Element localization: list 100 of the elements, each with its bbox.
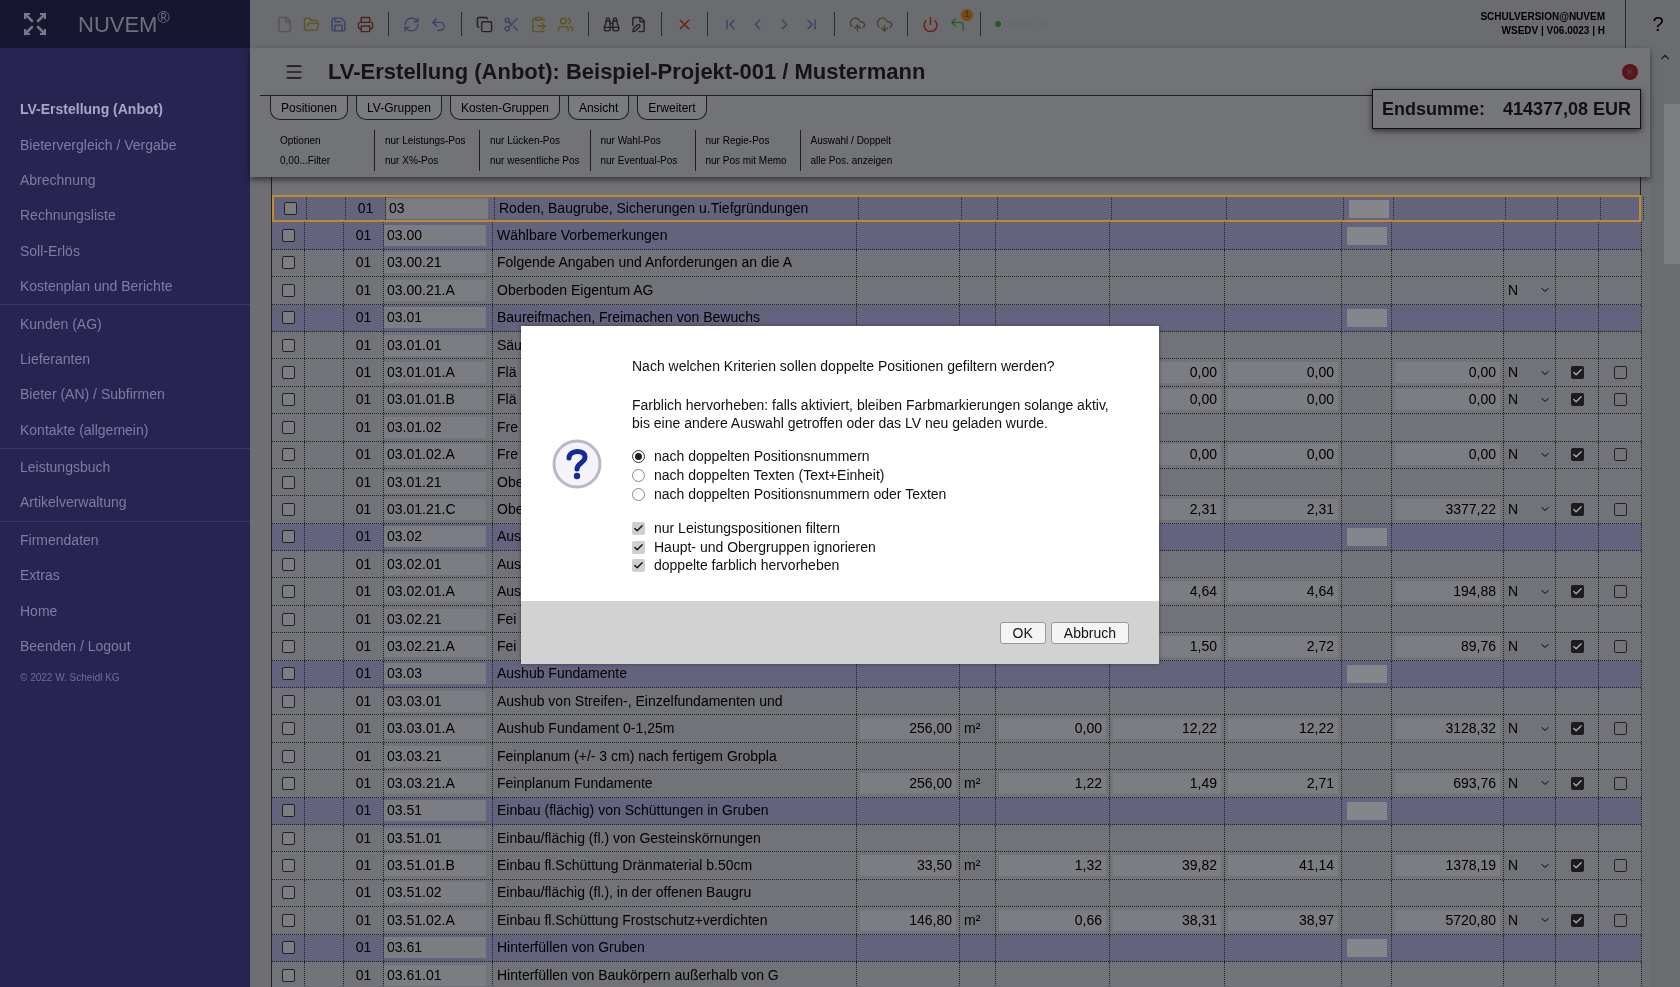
lv-cell-text: 01 (355, 226, 372, 246)
total-cell: 0,00 (1395, 444, 1500, 466)
description-cell-text: Säu (497, 335, 522, 355)
total-cell: 0,00 (1395, 389, 1500, 411)
lv-cell-text: 01 (355, 719, 372, 739)
description-cell-text: Einbau/flächig (fl.), in der offenen Baugru (497, 883, 752, 903)
lv-cell-text: 01 (355, 417, 372, 437)
lv-cell-text: 01 (355, 664, 372, 684)
description-cell-text: Aus (497, 582, 522, 602)
lv-cell-text: 01 (355, 527, 372, 547)
price-cell: 0,00 (1228, 362, 1338, 384)
total-cell: 3128,32 (1395, 718, 1500, 740)
lv-cell-text: 01 (355, 609, 372, 629)
description-cell-text: Einbau (flächig) von Schüttungen in Gruben (497, 801, 769, 821)
brand-name: NUVEM$^{®}$ (78, 7, 170, 39)
quantity-cell: 256,00 (860, 772, 956, 794)
page-title: LV-Erstellung (Anbot): Beispiel-Projekt-001 / Mustermann (328, 58, 926, 86)
price-cell: 2,71 (1228, 772, 1338, 794)
lv-cell-text: 01 (355, 856, 372, 876)
checkbox-label: doppelte farblich hervorheben (654, 556, 840, 576)
lv-cell-text: 01 (355, 363, 372, 383)
price-cell: 38,31 (1113, 909, 1221, 931)
quantity-cell: 146,80 (860, 909, 956, 931)
description-cell-text: Fre (497, 445, 518, 465)
total-cell: 0,00 (1395, 362, 1500, 384)
checkbox-label: Haupt- und Obergruppen ignorieren (654, 537, 876, 557)
description-cell-text: Aushub Fundamente (497, 664, 627, 684)
lv-cell-text: 01 (355, 883, 372, 903)
description-cell-text: Aus (497, 527, 522, 547)
price-cell: 1,32 (999, 855, 1106, 877)
description-cell-text: Aushub von Streifen-, Einzelfundamenten und (497, 691, 783, 711)
price-cell: 0,00 (999, 718, 1106, 740)
price-cell: 12,22 (1113, 718, 1221, 740)
lv-cell-text: 01 (355, 335, 372, 355)
description-cell-text: Fre (497, 417, 518, 437)
lv-cell-text: 01 (355, 308, 372, 328)
description-cell-text: Oberboden Eigentum AG (497, 280, 654, 300)
description-cell-text: Einbau fl.Schüttung Dränmaterial b.50cm (497, 856, 753, 876)
version-text: WSEDV | V06.0023 | H (1501, 24, 1605, 38)
lv-cell-text: 01 (355, 938, 372, 958)
description-cell-text: Fei (497, 636, 517, 656)
total-cell: 89,76 (1395, 635, 1500, 657)
unit-cell-text: m² (964, 773, 981, 793)
dialog-question: Nach welchen Kriterien sollen doppelte Positionen gefiltern werden? (632, 357, 1056, 376)
total-cell: 3377,22 (1395, 499, 1500, 520)
description-cell-text: Einbau/flächig (fl.) von Gesteinskörnungen (497, 828, 761, 848)
total-label: Endsumme: (1382, 97, 1486, 121)
total-cell: 1378,19 (1395, 855, 1500, 877)
description-cell-text: Wählbare Vorbemerkungen (497, 226, 668, 246)
lv-cell-text: 01 (355, 746, 372, 766)
quantity-cell: 256,00 (860, 718, 956, 740)
lv-cell-text: 01 (355, 280, 372, 300)
price-cell: 41,14 (1228, 855, 1338, 877)
price-cell: 1,22 (999, 772, 1106, 794)
radio-label: nach doppelten Positionsnummern (654, 447, 870, 466)
radio-label: nach doppelten Texten (Text+Einheit) (654, 466, 885, 485)
total-cell: 194,88 (1395, 581, 1500, 603)
lv-cell-text: 01 (355, 828, 372, 848)
unit-cell-text: m² (964, 856, 981, 876)
lv-cell-text: 01 (355, 253, 372, 273)
lv-cell-text: 01 (355, 445, 372, 465)
price-cell: 38,97 (1228, 909, 1338, 931)
description-cell-text: Roden, Baugrube, Sicherungen u.Tiefgründungen (499, 199, 809, 219)
description-cell-text: Feinplanum Fundamente (497, 773, 653, 793)
radio-label: nach doppelten Positionsnummern oder Texten (654, 485, 947, 504)
checkbox-label: nur Leistungspositionen filtern (654, 519, 840, 539)
total-cell: 5720,80 (1395, 909, 1500, 931)
price-cell: 2,72 (1228, 635, 1338, 657)
price-cell: 0,00 (1228, 389, 1338, 411)
description-cell-text: Feinplanum (+/- 3 cm) nach fertigem Grobpla (497, 746, 777, 766)
description-cell-text: Folgende Angaben und Anforderungen an die A (497, 253, 793, 273)
lv-cell-text: 01 (355, 965, 372, 985)
lv-cell-text: 01 (355, 910, 372, 930)
description-cell-text: Aus (497, 554, 522, 574)
lv-cell-text: 01 (357, 199, 374, 219)
price-cell: 4,64 (1228, 581, 1338, 603)
copyright-text: © 2022 W. Scheidl KG (19, 671, 121, 686)
lv-cell-text: 01 (355, 554, 372, 574)
description-cell-text: Aushub Fundament 0-1,25m (497, 719, 675, 739)
price-cell: 0,00 (1228, 444, 1338, 466)
lv-cell-text: 01 (355, 582, 372, 602)
lv-cell-text: 01 (355, 472, 372, 492)
lv-cell-text: 01 (355, 390, 372, 410)
description-cell-text: Hinterfüllen von Baukörpern außerhalb von G (497, 965, 779, 985)
description-cell-text: Einbau fl.Schüttung Frostschutz+verdichten (497, 910, 768, 930)
description-cell-text: Baureifmachen, Freimachen von Bewuchs (497, 308, 761, 328)
description-cell-text: Fei (497, 609, 517, 629)
description-cell-text: Hinterfüllen von Gruben (497, 938, 645, 958)
lv-cell-text: 01 (355, 691, 372, 711)
description-cell-text: Flä (497, 390, 517, 410)
price-cell: 0,66 (999, 909, 1106, 931)
unit-cell-text: m² (964, 910, 981, 930)
lv-cell-text: 01 (355, 773, 372, 793)
unit-cell-text: m² (964, 719, 981, 739)
price-cell: 1,49 (1113, 772, 1221, 794)
total-value: 414377,08 EUR (1502, 97, 1631, 121)
account-text: SCHULVERSION@NUVEM (1480, 10, 1605, 24)
dialog-note: Farblich hervorheben: falls aktiviert, bleiben Farbmarkierungen solange aktiv, bis eine andere Auswahl getroffen oder das LV neu geladen wurde. (632, 396, 1110, 432)
lv-cell-text: 01 (355, 636, 372, 656)
lv-cell-text: 01 (355, 500, 372, 519)
